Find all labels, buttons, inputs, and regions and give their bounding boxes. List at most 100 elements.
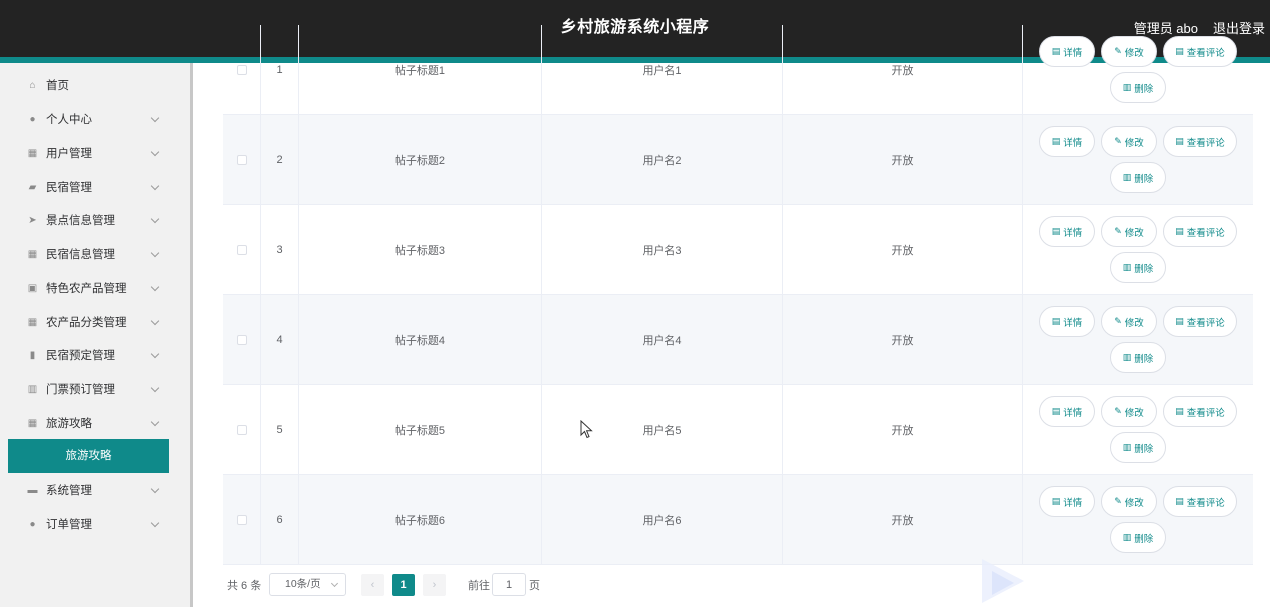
table-row: 6 帖子标题6 用户名6 开放 ▤ 详情 ✎ 修改 ▤ 查看评论 ▥ 删除: [223, 475, 1253, 565]
delete-button[interactable]: ▥ 删除: [1110, 72, 1166, 103]
row-actions: ▤ 详情 ✎ 修改 ▤ 查看评论 ▥ 删除: [1023, 115, 1253, 204]
row-index: 6: [261, 475, 299, 564]
view-comments-button[interactable]: ▤ 查看评论: [1163, 216, 1237, 247]
document-icon: ▤: [1051, 226, 1061, 236]
username: 用户名3: [542, 205, 783, 294]
sidebar-item[interactable]: ▦ 旅游攻略: [0, 406, 190, 440]
trash-icon: ▥: [1122, 82, 1132, 92]
delete-button[interactable]: ▥ 删除: [1110, 342, 1166, 373]
detail-button[interactable]: ▤ 详情: [1039, 126, 1095, 157]
sidebar-item[interactable]: ▥ 门票预订管理: [0, 372, 190, 406]
edit-button[interactable]: ✎ 修改: [1101, 216, 1157, 247]
ticket-icon: ▬: [27, 484, 38, 496]
sidebar-scrollbar[interactable]: [190, 63, 193, 607]
delete-button[interactable]: ▥ 删除: [1110, 522, 1166, 553]
view-comments-button-label: 查看评论: [1186, 47, 1225, 59]
edit-button-label: 修改: [1124, 47, 1144, 59]
username: 用户名5: [542, 385, 783, 474]
row-checkbox[interactable]: [236, 64, 247, 75]
chevron-down-icon: [150, 484, 160, 494]
sidebar-item[interactable]: ● 订单管理: [0, 507, 190, 541]
goto-page-input[interactable]: [492, 573, 526, 596]
detail-button[interactable]: ▤ 详情: [1039, 486, 1095, 517]
edit-button[interactable]: ✎ 修改: [1101, 306, 1157, 337]
chevron-down-icon: [150, 383, 160, 393]
goto-label: 前往: [468, 580, 490, 592]
sidebar-item-label: 门票预订管理: [46, 384, 115, 396]
sidebar-item[interactable]: ▣ 特色农产品管理: [0, 271, 190, 305]
chevron-down-icon: [150, 282, 160, 292]
detail-button[interactable]: ▤ 详情: [1039, 306, 1095, 337]
row-checkbox[interactable]: [236, 514, 247, 525]
chevron-down-icon: [150, 518, 160, 528]
status-text: 开放: [783, 205, 1023, 294]
grid-icon: ▦: [27, 316, 38, 328]
row-checkbox[interactable]: [236, 424, 247, 435]
next-page-button[interactable]: ›: [423, 574, 446, 596]
row-actions: ▤ 详情 ✎ 修改 ▤ 查看评论 ▥ 删除: [1023, 385, 1253, 474]
sidebar-item[interactable]: ➤ 景点信息管理: [0, 203, 190, 237]
sidebar-item[interactable]: ▬ 系统管理: [0, 473, 190, 507]
detail-button[interactable]: ▤ 详情: [1039, 396, 1095, 427]
table-row: 4 帖子标题4 用户名4 开放 ▤ 详情 ✎ 修改 ▤ 查看评论 ▥ 删除: [223, 295, 1253, 385]
document-icon: ▤: [1051, 496, 1061, 506]
view-comments-button[interactable]: ▤ 查看评论: [1163, 36, 1237, 67]
status-text: 开放: [783, 295, 1023, 384]
post-title: 帖子标题6: [299, 475, 542, 564]
corner-logo-icon: [982, 559, 1024, 603]
delete-button[interactable]: ▥ 删除: [1110, 162, 1166, 193]
trash-icon: ▥: [1122, 172, 1132, 182]
edit-icon: ✎: [1114, 226, 1122, 236]
edit-button-label: 修改: [1124, 317, 1144, 329]
row-actions: ▤ 详情 ✎ 修改 ▤ 查看评论 ▥ 删除: [1023, 25, 1253, 114]
grid-icon: ▦: [27, 248, 38, 260]
submenu-item-travel-guide[interactable]: 旅游攻略: [8, 439, 169, 473]
sidebar-item[interactable]: ▦ 农产品分类管理: [0, 305, 190, 339]
delete-button-label: 删除: [1134, 263, 1154, 275]
clipboard-icon: ▣: [27, 282, 38, 294]
edit-icon: ✎: [1114, 46, 1122, 56]
view-comments-button[interactable]: ▤ 查看评论: [1163, 126, 1237, 157]
sidebar-item-label: 景点信息管理: [46, 215, 115, 227]
post-title: 帖子标题2: [299, 115, 542, 204]
detail-button-label: 详情: [1063, 497, 1083, 509]
view-comments-button[interactable]: ▤ 查看评论: [1163, 306, 1237, 337]
edit-button[interactable]: ✎ 修改: [1101, 486, 1157, 517]
pagination: 共 6 条 10条/页 ‹ 1 › 前往 页: [223, 572, 1253, 596]
detail-button-label: 详情: [1063, 407, 1083, 419]
sidebar-item[interactable]: ● 个人中心: [0, 102, 190, 136]
detail-button[interactable]: ▤ 详情: [1039, 216, 1095, 247]
detail-button[interactable]: ▤ 详情: [1039, 36, 1095, 67]
edit-button-label: 修改: [1124, 137, 1144, 149]
delete-button-label: 删除: [1134, 173, 1154, 185]
detail-button-label: 详情: [1063, 227, 1083, 239]
delete-button[interactable]: ▥ 删除: [1110, 252, 1166, 283]
sidebar-item-label: 民宿信息管理: [46, 249, 115, 261]
sidebar-item[interactable]: ▦ 民宿信息管理: [0, 237, 190, 271]
edit-button[interactable]: ✎ 修改: [1101, 396, 1157, 427]
prev-page-button[interactable]: ‹: [361, 574, 384, 596]
page-size-select[interactable]: 10条/页: [269, 573, 346, 596]
document-icon: ▤: [1051, 316, 1061, 326]
delete-button[interactable]: ▥ 删除: [1110, 432, 1166, 463]
status-text: 开放: [783, 25, 1023, 114]
row-checkbox[interactable]: [236, 244, 247, 255]
data-table: 1 帖子标题1 用户名1 开放 ▤ 详情 ✎ 修改 ▤ 查看评论 ▥ 删除 2 帖子标题2 用户名2 开放 ▤ 详…: [223, 25, 1253, 565]
chevron-right-icon: ›: [432, 579, 437, 591]
row-checkbox[interactable]: [236, 154, 247, 165]
page-number-current[interactable]: 1: [392, 574, 415, 596]
sidebar-item[interactable]: ⌂ 首页: [0, 68, 190, 102]
detail-button-label: 详情: [1063, 137, 1083, 149]
sidebar-item[interactable]: ▦ 用户管理: [0, 136, 190, 170]
row-checkbox[interactable]: [236, 334, 247, 345]
detail-button-label: 详情: [1063, 47, 1083, 59]
edit-button[interactable]: ✎ 修改: [1101, 36, 1157, 67]
sidebar-item-label: 旅游攻略: [46, 418, 92, 430]
view-comments-button[interactable]: ▤ 查看评论: [1163, 486, 1237, 517]
sidebar-item[interactable]: ▰ 民宿管理: [0, 170, 190, 204]
edit-button[interactable]: ✎ 修改: [1101, 126, 1157, 157]
view-comments-button[interactable]: ▤ 查看评论: [1163, 396, 1237, 427]
view-comments-button-label: 查看评论: [1186, 407, 1225, 419]
sidebar-item[interactable]: ▮ 民宿预定管理: [0, 338, 190, 372]
document-icon: ▤: [1175, 406, 1184, 416]
